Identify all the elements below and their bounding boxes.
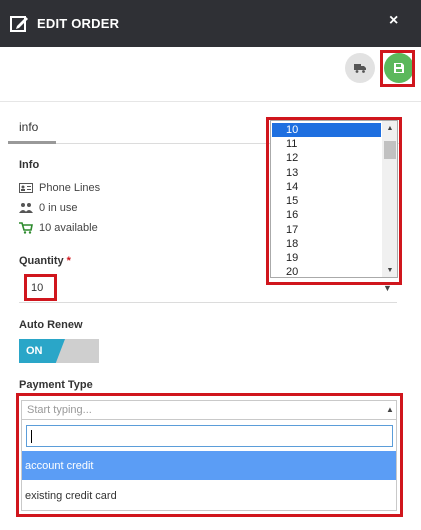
- auto-renew-label: Auto Renew: [19, 319, 83, 331]
- chevron-up-icon[interactable]: ▲: [386, 405, 394, 414]
- info-row-phone-lines: Phone Lines: [19, 182, 100, 194]
- toolbar-divider: [0, 101, 421, 102]
- quantity-listbox[interactable]: 10 11 12 13 14 15 16 17 18 19 20 ▲ ▼: [270, 120, 398, 278]
- quantity-option[interactable]: 12: [272, 151, 381, 165]
- truck-icon: [354, 64, 366, 73]
- listbox-scrollbar[interactable]: ▲ ▼: [382, 121, 397, 277]
- required-mark: *: [66, 255, 71, 267]
- info-row-label: 0 in use: [39, 202, 78, 214]
- payment-type-label: Payment Type: [19, 379, 93, 391]
- scrollbar-thumb[interactable]: [384, 141, 396, 159]
- payment-option-existing-credit-card[interactable]: existing credit card: [22, 481, 396, 510]
- info-row-in-use: 0 in use: [19, 202, 78, 214]
- cart-icon: [19, 222, 33, 234]
- edit-icon: [10, 16, 28, 32]
- chevron-down-icon[interactable]: ▼: [383, 283, 392, 293]
- tab-active-indicator: [8, 141, 56, 144]
- info-title: Info: [19, 159, 40, 171]
- info-row-available: 10 available: [19, 222, 98, 234]
- quantity-label-text: Quantity: [19, 255, 64, 267]
- auto-renew-toggle[interactable]: ON: [19, 339, 99, 363]
- close-icon[interactable]: ×: [389, 12, 398, 30]
- text-cursor: [31, 430, 32, 443]
- quantity-option[interactable]: 17: [272, 223, 381, 237]
- quantity-option[interactable]: 19: [272, 251, 381, 265]
- payment-type-placeholder: Start typing...: [27, 404, 92, 416]
- quantity-option[interactable]: 13: [272, 166, 381, 180]
- scroll-up-icon[interactable]: ▲: [382, 121, 397, 135]
- quantity-option[interactable]: 16: [272, 208, 381, 222]
- toggle-on-state: ON: [19, 339, 65, 363]
- quantity-option[interactable]: 20: [272, 265, 381, 277]
- quantity-value[interactable]: 10: [31, 282, 43, 294]
- quantity-option[interactable]: 11: [272, 137, 381, 151]
- info-row-label: 10 available: [39, 222, 98, 234]
- quantity-option[interactable]: 15: [272, 194, 381, 208]
- quantity-option[interactable]: 14: [272, 180, 381, 194]
- payment-type-search-input[interactable]: [26, 425, 393, 447]
- scroll-down-icon[interactable]: ▼: [382, 264, 397, 277]
- shipping-button[interactable]: [345, 53, 375, 83]
- payment-type-select[interactable]: Start typing... ▲: [21, 400, 397, 420]
- save-icon: [394, 63, 404, 73]
- save-button[interactable]: [384, 53, 414, 83]
- modal-title: EDIT ORDER: [37, 16, 120, 31]
- quantity-label: Quantity *: [19, 255, 71, 267]
- users-icon: [19, 203, 33, 213]
- quantity-option[interactable]: 18: [272, 237, 381, 251]
- quantity-underline: [19, 302, 397, 303]
- payment-option-account-credit[interactable]: account credit: [22, 451, 396, 480]
- quantity-option[interactable]: 10: [272, 123, 381, 137]
- id-card-icon: [19, 183, 33, 193]
- tab-info[interactable]: info: [19, 120, 38, 134]
- modal-header: EDIT ORDER ×: [0, 0, 421, 47]
- info-row-label: Phone Lines: [39, 182, 101, 194]
